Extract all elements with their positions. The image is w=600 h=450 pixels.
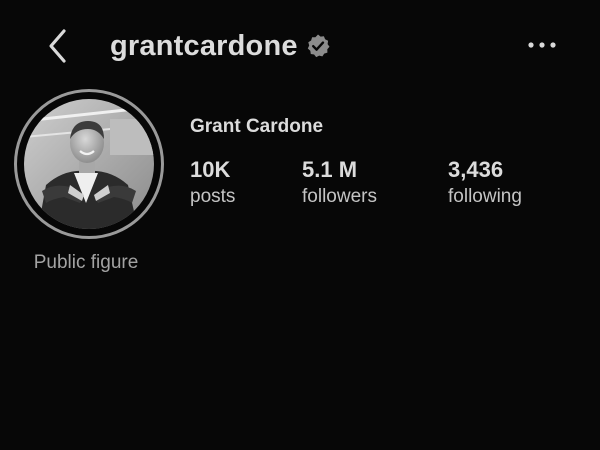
profile-screen: grantcardone Public figure Grant Cardone… [0,0,600,450]
followers-count: 5.1 M [302,157,358,182]
stat-followers[interactable]: 5.1 M followers [302,156,377,210]
username: grantcardone [110,29,298,62]
following-count: 3,436 [448,157,504,182]
stat-following[interactable]: 3,436 following [448,156,522,210]
more-horizontal-icon [528,42,556,48]
chevron-left-icon [49,29,66,63]
avatar[interactable] [24,99,154,229]
back-button[interactable] [40,26,76,66]
following-label: following [448,186,522,207]
followers-label: followers [302,186,377,207]
posts-count: 10K [190,157,231,182]
more-options-button[interactable] [524,32,560,58]
full-name: Grant Cardone [190,116,324,137]
stat-posts[interactable]: 10K posts [190,156,235,210]
header-title: grantcardone [110,28,331,64]
posts-label: posts [190,186,236,207]
profile-photo [24,99,154,229]
avatar-ring[interactable] [14,89,164,239]
verified-badge-icon [307,34,330,58]
profile-category: Public figure [33,252,139,273]
